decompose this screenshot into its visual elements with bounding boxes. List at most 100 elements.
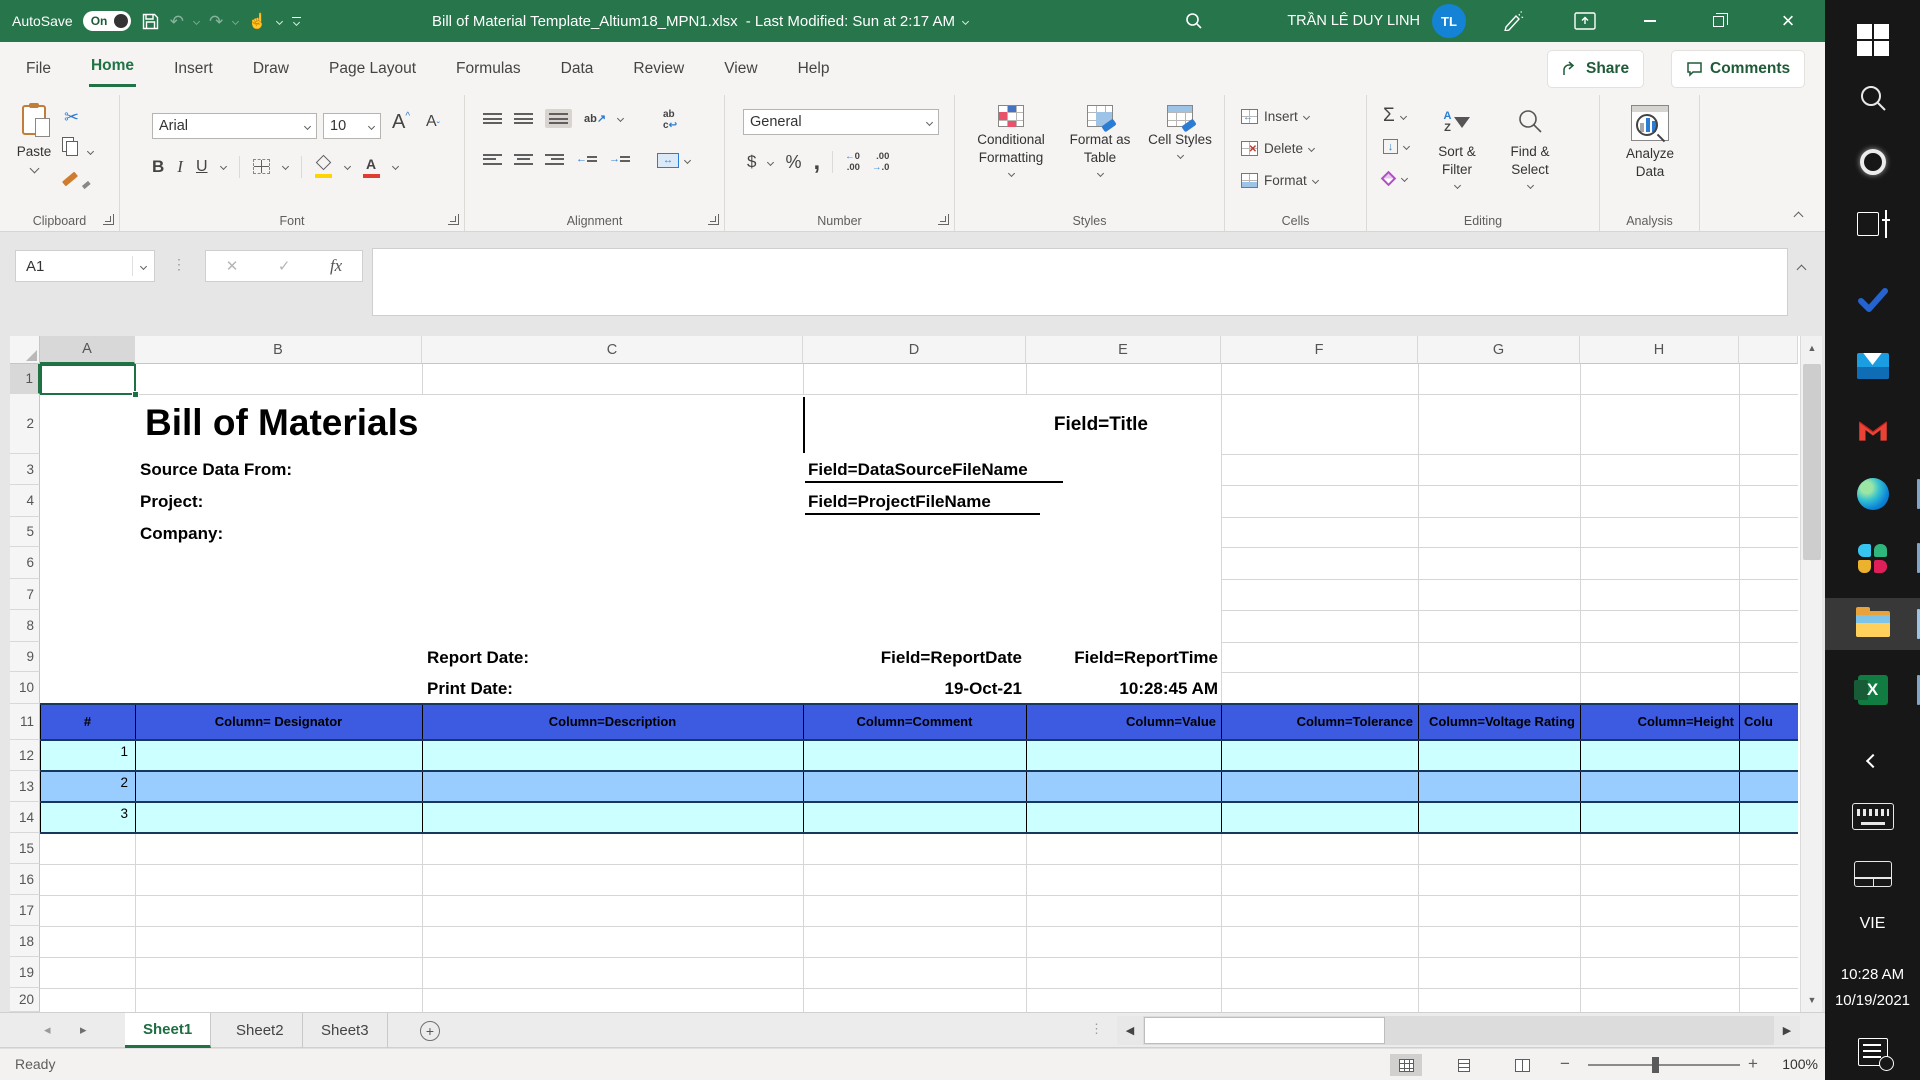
font-size-select[interactable]: 10 [323,113,381,139]
minimize-button[interactable] [1620,0,1680,42]
clock-time[interactable]: 10:28 AM [1825,966,1920,983]
column-header-C[interactable]: C [422,336,803,364]
row-header-5[interactable]: 5 [10,517,40,547]
horizontal-scrollbar[interactable]: ◀ ▶ [1117,1016,1800,1045]
sheet-tab-sheet2[interactable]: Sheet2 [218,1013,303,1048]
virtual-touchpad-button[interactable] [1825,848,1920,900]
insert-function-icon[interactable]: fx [330,256,342,276]
column-header-G[interactable]: G [1418,336,1580,364]
row-header-18[interactable]: 18 [10,926,40,957]
scroll-left-icon[interactable]: ◀ [1117,1016,1143,1045]
copy-button[interactable] [62,137,74,157]
bom-row-number[interactable]: 3 [40,806,133,821]
scroll-down-icon[interactable]: ▼ [1801,988,1822,1012]
column-header-partial[interactable] [1739,336,1798,364]
row-header-14[interactable]: 14 [10,802,40,833]
user-name[interactable]: TRẦN LÊ DUY LINH [1240,0,1420,42]
tab-file[interactable]: File [24,54,53,84]
cell-source-label[interactable]: Source Data From: [140,460,292,480]
font-color-button[interactable]: A [363,156,380,178]
sheet-tab-sheet1[interactable]: Sheet1 [125,1013,211,1048]
formula-bar-input[interactable] [372,248,1788,316]
fill-handle[interactable] [132,391,139,398]
bom-header-cell[interactable]: Column=Value [1026,704,1221,740]
increase-font-size-button[interactable]: A^ [392,111,410,134]
delete-cells-button[interactable]: ✕ Delete [1241,141,1314,156]
fill-button[interactable]: ↓ [1383,139,1409,154]
tab-review[interactable]: Review [631,54,686,84]
show-hidden-icons-button[interactable] [1825,735,1920,787]
zoom-slider-track[interactable] [1588,1064,1740,1066]
underline-dropdown-icon[interactable] [219,163,226,170]
row-header-20[interactable]: 20 [10,988,40,1012]
sheet-nav-right-icon[interactable]: ▸ [80,1022,87,1038]
sort-filter-button[interactable]: AZ Sort & Filter [1425,105,1489,188]
tab-help[interactable]: Help [796,54,832,84]
clipboard-dialog-launcher[interactable] [103,214,114,225]
share-button[interactable]: Share [1548,51,1643,87]
zoom-level[interactable]: 100% [1770,1056,1818,1072]
row-header-17[interactable]: 17 [10,895,40,926]
bom-header-cell[interactable]: Column=Voltage Rating [1418,704,1580,740]
cell-print-date-value[interactable]: 19-Oct-21 [945,679,1022,699]
paste-button[interactable]: Paste [14,105,54,177]
scroll-right-icon[interactable]: ▶ [1774,1016,1800,1045]
cut-button[interactable]: ✂ [64,107,79,128]
gmail-app-button[interactable] [1825,404,1920,456]
format-as-table-button[interactable]: Format as Table [1059,105,1141,176]
conditional-formatting-button[interactable]: Conditional Formatting [967,105,1055,176]
ribbon-display-options-icon[interactable] [1574,12,1596,30]
orientation-dropdown-icon[interactable] [617,115,624,122]
column-header-F[interactable]: F [1221,336,1418,364]
cell-styles-button[interactable]: Cell Styles [1145,105,1215,158]
todo-app-button[interactable] [1825,274,1920,326]
row-header-8[interactable]: 8 [10,610,40,642]
collapse-ribbon-icon[interactable] [1795,207,1802,225]
cell-print-date-label[interactable]: Print Date: [427,679,513,699]
middle-align-button[interactable] [514,113,533,124]
name-box-dropdown-icon[interactable] [140,262,147,269]
vertical-scrollbar[interactable]: ▲ ▼ [1800,336,1822,1012]
bom-header-cell[interactable]: Column=Comment [803,704,1026,740]
mail-app-button[interactable] [1825,340,1920,392]
tab-view[interactable]: View [722,54,759,84]
tab-data[interactable]: Data [559,54,596,84]
page-layout-view-button[interactable] [1448,1054,1480,1076]
autosum-button[interactable]: Σ [1383,105,1406,127]
merge-center-dropdown-icon[interactable] [684,157,691,164]
scroll-up-icon[interactable]: ▲ [1801,336,1822,360]
cell-project-label[interactable]: Project: [140,492,203,512]
excel-app-button[interactable]: X [1825,664,1920,716]
row-header-16[interactable]: 16 [10,864,40,895]
font-dialog-launcher[interactable] [448,214,459,225]
column-header-B[interactable]: B [135,336,422,364]
touch-mouse-mode-button[interactable]: ☝ [248,14,267,29]
tab-formulas[interactable]: Formulas [454,54,523,84]
file-explorer-button[interactable] [1825,598,1920,650]
bom-header-cell[interactable]: Column=Tolerance [1221,704,1418,740]
row-header-10[interactable]: 10 [10,672,40,704]
undo-dropdown-icon[interactable] [193,17,200,24]
borders-dropdown-icon[interactable] [281,163,288,170]
autosave-toggle[interactable]: On [83,11,131,31]
worksheet[interactable]: Bill of Materials Field=Title Source Dat… [10,336,1822,1012]
decrease-font-size-button[interactable]: Aˬ [426,113,440,131]
horizontal-scroll-thumb[interactable] [1144,1017,1385,1044]
redo-button[interactable]: ↷ [209,13,223,30]
new-sheet-button[interactable]: + [420,1021,440,1041]
underline-button[interactable]: U [196,158,208,176]
bom-header-cell[interactable]: Column=Description [422,704,803,740]
row-header-13[interactable]: 13 [10,771,40,802]
comma-style-button[interactable]: , [813,155,820,169]
ink-pen-icon[interactable] [1502,11,1524,31]
borders-button[interactable] [253,159,270,174]
row-header-1[interactable]: 1 [10,364,40,394]
number-dialog-launcher[interactable] [938,214,949,225]
alignment-dialog-launcher[interactable] [708,214,719,225]
insert-cells-button[interactable]: ← Insert [1241,109,1309,124]
cell-print-time-value[interactable]: 10:28:45 AM [1119,679,1218,699]
restore-button[interactable] [1688,0,1748,42]
bom-row-number[interactable]: 1 [40,744,133,759]
action-center-button[interactable] [1825,1026,1920,1078]
fill-color-button[interactable] [315,155,332,178]
